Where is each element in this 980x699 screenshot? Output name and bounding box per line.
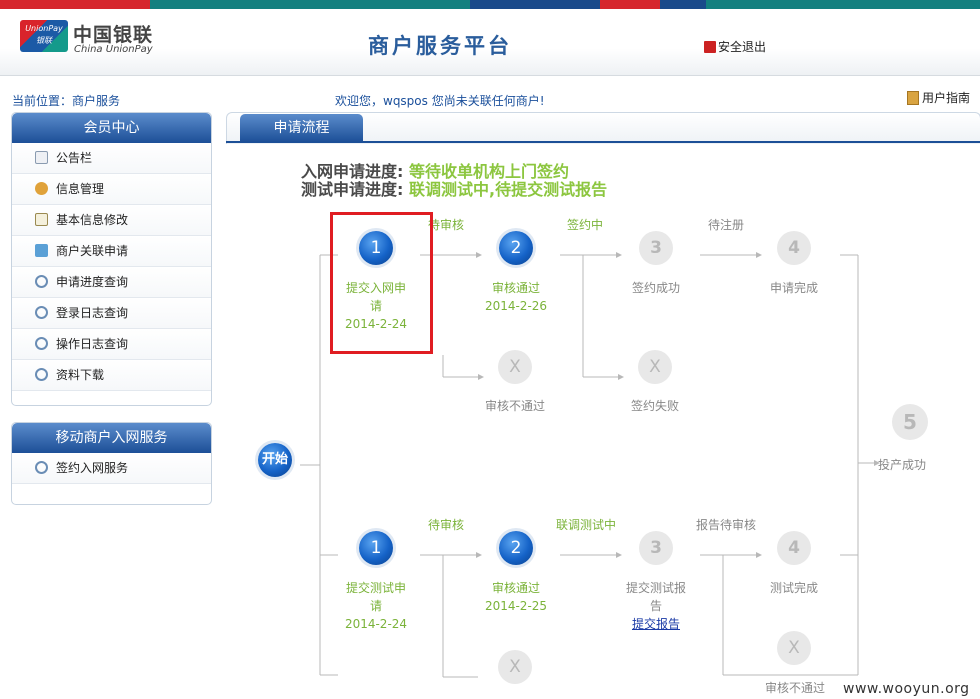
top-step-2-circle: 2 (499, 231, 533, 265)
step-label-line1: 提交测试申 (345, 581, 406, 595)
bottom-fail-2-label: 审核不通过 (764, 681, 825, 695)
bottom-arrow-label-2: 联调测试中 (556, 518, 617, 532)
step-label-line1: 申请完成 (769, 281, 818, 295)
watermark: www.wooyun.org (843, 681, 970, 697)
bottom-step-1-label: 提交测试申请 2014-2-24 (336, 579, 416, 633)
top-fail-2-circle: X (638, 350, 672, 384)
step-date: 2014-2-25 (484, 599, 548, 613)
step-label-line1: 审核通过 (491, 281, 540, 295)
step-label-line1: 测试完成 (769, 581, 818, 595)
step-label-line1: 提交测试报 (625, 581, 686, 595)
top-step-3-circle: 3 (639, 231, 673, 265)
top-step-3-label: 签约成功 (616, 279, 696, 297)
bottom-fail-2-circle: X (777, 631, 811, 665)
bottom-step-3-label: 提交测试报告提交报告 (616, 579, 696, 633)
bottom-step-2-label: 审核通过 2014-2-25 (476, 579, 556, 615)
step-date: 2014-2-26 (484, 299, 548, 313)
step-label-line2: 请 (369, 599, 382, 613)
bottom-step-3-circle: 3 (639, 531, 673, 565)
bottom-step-1-circle: 1 (359, 531, 393, 565)
top-arrow-label-2: 签约中 (567, 218, 604, 232)
step-label-line1: 审核通过 (491, 581, 540, 595)
top-step-2-label: 审核通过 2014-2-26 (476, 279, 556, 315)
bottom-step-2-circle: 2 (499, 531, 533, 565)
bottom-fail-1-circle: X (498, 650, 532, 684)
top-step-4-label: 申请完成 (754, 279, 834, 297)
submit-report-link[interactable]: 提交报告 (616, 615, 696, 633)
top-arrow-label-3: 待注册 (708, 218, 745, 232)
flow-start-node: 开始 (258, 443, 292, 477)
final-step-label: 投产成功 (878, 458, 927, 472)
step-label-line2: 告 (649, 599, 662, 613)
top-fail-2-label: 签约失败 (630, 399, 679, 413)
highlight-box (330, 212, 433, 354)
bottom-step-4-circle: 4 (777, 531, 811, 565)
top-fail-1-label: 审核不通过 (484, 399, 545, 413)
bottom-arrow-label-3: 报告待审核 (696, 518, 757, 532)
top-arrow-label-1: 待审核 (428, 218, 465, 232)
step-label-line1: 签约成功 (631, 281, 680, 295)
bottom-arrow-label-1: 待审核 (428, 518, 465, 532)
top-step-4-circle: 4 (777, 231, 811, 265)
step-date: 2014-2-24 (344, 617, 408, 631)
bottom-step-4-label: 测试完成 (754, 579, 834, 597)
final-step-circle: 5 (892, 404, 928, 440)
top-fail-1-circle: X (498, 350, 532, 384)
